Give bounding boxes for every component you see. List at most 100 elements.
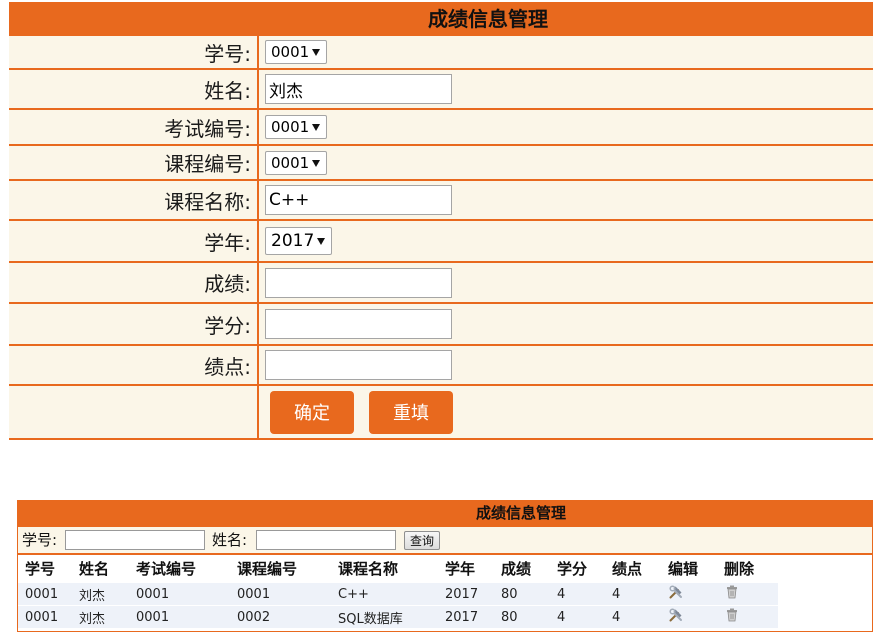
credit-input[interactable] [265, 309, 452, 339]
exam-id-select[interactable]: 0001 [265, 115, 327, 139]
column-header-edit: 编辑 [668, 560, 699, 578]
form-row-course-name: 课程名称: [9, 181, 873, 221]
cell-edit [661, 582, 717, 606]
exam-id-label: 考试编号: [9, 110, 259, 144]
cell-name: 刘杰 [72, 582, 129, 606]
form-cell: 2017 [259, 221, 873, 261]
form-cell: 确定 重填 [259, 386, 873, 438]
search-name-label: 姓名: [212, 531, 248, 549]
column-header-name: 姓名 [79, 560, 110, 578]
dropdown-arrow-icon [312, 49, 320, 56]
query-button[interactable]: 查询 [404, 531, 440, 550]
score-label: 成绩: [9, 263, 259, 302]
column-header-delete: 删除 [724, 560, 755, 578]
student-id-label: 学号: [9, 36, 259, 68]
column-header-credit: 学分 [557, 560, 588, 578]
column-header-course-name: 课程名称 [338, 560, 399, 578]
dropdown-arrow-icon [312, 159, 320, 167]
cell-name: 刘杰 [72, 605, 129, 628]
trash-icon[interactable] [726, 585, 738, 603]
form-row-exam-id: 考试编号: 0001 [9, 110, 873, 146]
cell-edit [661, 605, 717, 628]
course-name-label: 课程名称: [9, 181, 259, 219]
search-student-id-input[interactable] [65, 530, 205, 550]
form-cell [259, 181, 873, 219]
cell-course-id: 0001 [230, 582, 331, 606]
score-table: 学号 姓名 考试编号 课程编号 课程名称 学年 成绩 学分 绩点 编辑 删除 0… [18, 555, 778, 628]
name-label: 姓名: [9, 70, 259, 108]
course-id-select[interactable]: 0001 [265, 150, 327, 175]
cell-course-name: C++ [331, 582, 438, 606]
form-row-gpa: 绩点: [9, 346, 873, 386]
form-title: 成绩信息管理 [428, 7, 548, 31]
student-id-select[interactable]: 0001 [265, 40, 327, 64]
name-input[interactable] [265, 74, 452, 104]
cell-gpa: 4 [605, 605, 661, 628]
dropdown-arrow-icon [317, 238, 325, 245]
cell-year: 2017 [438, 605, 494, 628]
form-cell [259, 304, 873, 344]
dropdown-arrow-icon [312, 124, 320, 131]
column-header-course-id: 课程编号 [237, 560, 298, 578]
form-row-year: 学年: 2017 [9, 221, 873, 263]
table-row: 0001 刘杰 0001 0001 C++ 2017 80 4 4 [18, 582, 778, 606]
form-row-credit: 学分: [9, 304, 873, 346]
cell-exam-id: 0001 [129, 605, 230, 628]
edit-tools-icon[interactable] [668, 607, 684, 627]
cell-score: 80 [494, 582, 550, 606]
trash-icon[interactable] [726, 608, 738, 626]
score-list-panel: 成绩信息管理 学号: 姓名: 查询 学号 姓名 考试编号 课程编号 课程名称 学… [17, 500, 873, 632]
student-id-select-value: 0001 [271, 43, 310, 61]
search-student-id-label: 学号: [22, 531, 58, 549]
cell-year: 2017 [438, 582, 494, 606]
score-input[interactable] [265, 267, 452, 298]
form-row-student-id: 学号: 0001 [9, 36, 873, 70]
year-label: 学年: [9, 221, 259, 261]
form-cell [259, 70, 873, 108]
list-title: 成绩信息管理 [476, 504, 567, 522]
score-edit-form: 成绩信息管理 学号: 0001 姓名: 考试编号: 0001 课程编号: [9, 2, 873, 440]
cell-student-id: 0001 [18, 582, 72, 606]
column-header-exam-id: 考试编号 [136, 560, 197, 578]
table-header-row: 学号 姓名 考试编号 课程编号 课程名称 学年 成绩 学分 绩点 编辑 删除 [18, 555, 778, 583]
column-header-year: 学年 [445, 560, 476, 578]
reset-button[interactable]: 重填 [369, 390, 453, 434]
form-row-course-id: 课程编号: 0001 [9, 146, 873, 181]
cell-credit: 4 [550, 605, 605, 628]
cell-score: 80 [494, 605, 550, 628]
year-select-value: 2017 [271, 231, 315, 251]
year-select[interactable]: 2017 [265, 227, 332, 255]
search-name-input[interactable] [256, 530, 396, 550]
search-bar: 学号: 姓名: 查询 [18, 527, 872, 555]
cell-exam-id: 0001 [129, 582, 230, 606]
credit-label: 学分: [9, 304, 259, 344]
column-header-gpa: 绩点 [612, 560, 643, 578]
actions-label-cell [9, 386, 259, 438]
form-cell [259, 263, 873, 302]
course-name-input[interactable] [265, 185, 452, 215]
course-id-select-value: 0001 [271, 153, 310, 172]
cell-delete [717, 605, 778, 628]
cell-course-id: 0002 [230, 605, 331, 628]
cell-credit: 4 [550, 582, 605, 606]
cell-delete [717, 582, 778, 606]
list-header: 成绩信息管理 [18, 500, 872, 527]
form-cell: 0001 [259, 110, 873, 144]
form-row-score: 成绩: [9, 263, 873, 304]
confirm-button[interactable]: 确定 [270, 390, 354, 434]
cell-gpa: 4 [605, 582, 661, 606]
column-header-score: 成绩 [501, 560, 532, 578]
edit-tools-icon[interactable] [668, 584, 684, 604]
form-row-name: 姓名: [9, 70, 873, 110]
gpa-label: 绩点: [9, 346, 259, 384]
column-header-student-id: 学号 [25, 560, 56, 578]
form-cell [259, 346, 873, 384]
form-cell: 0001 [259, 36, 873, 68]
cell-course-name: SQL数据库 [331, 605, 438, 628]
table-row: 0001 刘杰 0001 0002 SQL数据库 2017 80 4 4 [18, 605, 778, 628]
course-id-label: 课程编号: [9, 146, 259, 179]
form-row-actions: 确定 重填 [9, 386, 873, 440]
exam-id-select-value: 0001 [271, 118, 310, 136]
gpa-input[interactable] [265, 350, 452, 380]
form-cell: 0001 [259, 146, 873, 179]
